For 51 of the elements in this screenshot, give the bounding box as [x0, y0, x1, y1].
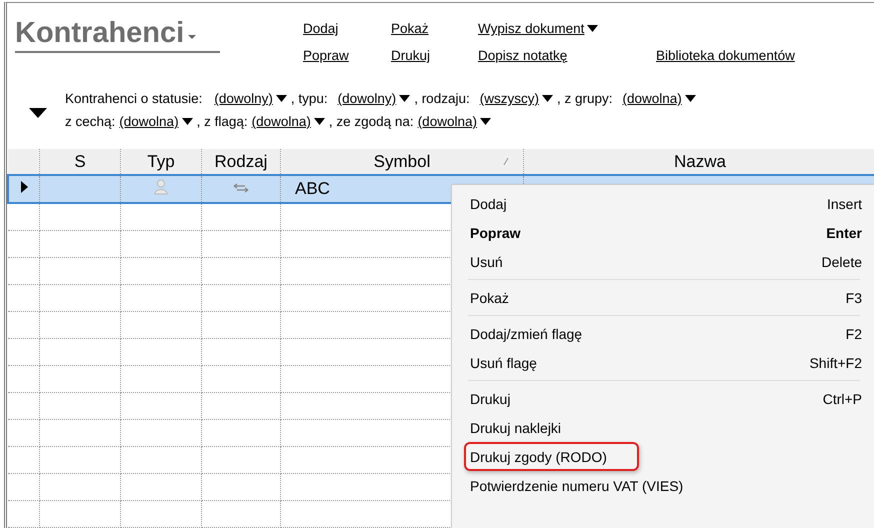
- filter-label: , ze zgodą na:: [328, 114, 414, 130]
- menu-item[interactable]: Drukuj zgody (RODO): [464, 442, 639, 471]
- filter-label: , z flagą:: [196, 114, 248, 130]
- filter-label: z cechą:: [65, 114, 116, 130]
- caret-icon: [187, 34, 198, 40]
- menu-item[interactable]: Usuń flagę Shift+F2: [464, 348, 864, 377]
- table-cell: ABC: [295, 179, 330, 198]
- menu-item[interactable]: Dodaj/zmień flagę F2: [464, 319, 864, 348]
- filter-dropdown[interactable]: (dowolna): [418, 114, 491, 130]
- collapse-triangle-icon[interactable]: [29, 108, 47, 118]
- column-header[interactable]: Symbol: [280, 149, 524, 175]
- filter-dropdown[interactable]: (wszyscy): [480, 91, 553, 106]
- filter-dropdown[interactable]: (dowolna): [252, 114, 325, 130]
- action-link[interactable]: Wypisz dokument: [478, 21, 598, 36]
- person-icon: [153, 178, 169, 194]
- column-header[interactable]: Typ: [120, 149, 202, 175]
- menu-item[interactable]: Drukuj Ctrl+P: [464, 384, 864, 413]
- caret-icon: [314, 118, 325, 126]
- filter-dropdown[interactable]: (dowolny): [338, 91, 410, 106]
- filter-label: , rodzaju:: [414, 91, 470, 106]
- caret-icon: [182, 118, 193, 126]
- caret-icon: [684, 95, 696, 102]
- caret-icon: [399, 95, 410, 102]
- filter-dropdown[interactable]: (dowolna): [119, 114, 193, 130]
- caret-icon: [542, 95, 553, 102]
- menu-item[interactable]: Pokaż F3: [464, 283, 864, 312]
- menu-item[interactable]: Usuń Delete: [464, 247, 864, 276]
- filter-dropdown[interactable]: (dowolny): [214, 91, 287, 106]
- column-header[interactable]: Nazwa: [524, 149, 874, 175]
- filter-label: , z grupy:: [556, 91, 612, 106]
- window-title[interactable]: Kontrahenci: [15, 17, 184, 50]
- caret-icon: [587, 25, 598, 32]
- filter-label: Kontrahenci o statusie:: [65, 91, 202, 106]
- action-link[interactable]: Drukuj: [391, 48, 430, 63]
- caret-icon: [480, 118, 491, 126]
- caret-icon: [276, 95, 287, 102]
- menu-item[interactable]: Drukuj naklejki: [464, 413, 864, 442]
- sort-indicator-icon: [503, 157, 509, 166]
- column-header[interactable]: S: [40, 149, 120, 175]
- action-link[interactable]: Pokaż: [391, 21, 429, 36]
- menu-item[interactable]: Popraw Enter: [464, 218, 864, 247]
- menu-item[interactable]: Potwierdzenie numeru VAT (VIES): [464, 471, 864, 500]
- row-pointer-icon: [20, 181, 28, 193]
- action-link[interactable]: Dodaj: [303, 21, 338, 36]
- action-link[interactable]: Popraw: [303, 48, 349, 63]
- action-link[interactable]: Dopisz notatkę: [478, 48, 568, 63]
- two-way-arrows-icon: [233, 183, 249, 193]
- column-header[interactable]: Rodzaj: [202, 149, 280, 175]
- filter-dropdown[interactable]: (dowolna): [622, 91, 696, 106]
- action-link[interactable]: Biblioteka dokumentów: [656, 48, 795, 63]
- filter-label: , typu:: [290, 91, 328, 106]
